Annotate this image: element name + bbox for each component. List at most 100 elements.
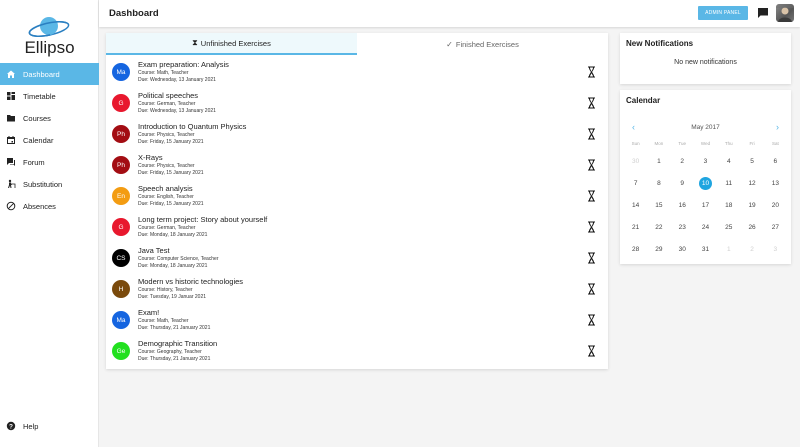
calendar-day[interactable]: 16: [671, 195, 694, 217]
calendar-day[interactable]: 17: [694, 195, 717, 217]
hourglass-icon: [588, 345, 595, 357]
calendar-day[interactable]: 27: [764, 217, 787, 239]
admin-panel-button[interactable]: ADMIN PANEL: [698, 6, 748, 20]
svg-text:?: ?: [9, 423, 13, 430]
exercise-row[interactable]: Ph X-Rays Course: Physics, Teacher Due: Fri…: [106, 149, 608, 180]
ellipso-logo-icon: [28, 17, 70, 37]
sidebar-item-label: Calendar: [23, 135, 54, 145]
hourglass-icon: [588, 283, 595, 295]
exercise-title: Speech analysis: [138, 184, 193, 193]
sidebar-item-absences[interactable]: Absences: [0, 195, 99, 217]
calendar-day[interactable]: 30: [671, 239, 694, 261]
course-avatar: CS: [112, 249, 130, 267]
absence-icon: [6, 201, 16, 211]
calendar-week-row: 14 15 16 17 18 19 20: [624, 195, 787, 217]
calendar-day[interactable]: 2: [671, 151, 694, 173]
next-month-icon[interactable]: ›: [776, 122, 779, 132]
calendar-day[interactable]: 10: [694, 173, 717, 195]
hourglass-icon: [588, 252, 595, 264]
calendar-day[interactable]: 5: [740, 151, 763, 173]
tab-finished-exercises[interactable]: ✓ Finished Exercises: [357, 33, 608, 55]
calendar-day[interactable]: 6: [764, 151, 787, 173]
calendar-day[interactable]: 19: [740, 195, 763, 217]
weekday-label: Mon: [654, 141, 664, 146]
exercise-due-date: Due: Monday, 18 January 2021: [138, 263, 208, 269]
chat-icon[interactable]: [757, 7, 769, 19]
forum-icon: [6, 157, 16, 167]
calendar-day[interactable]: 21: [624, 217, 647, 239]
calendar-day[interactable]: 29: [647, 239, 670, 261]
sidebar-item-forum[interactable]: Forum: [0, 151, 99, 173]
calendar-day[interactable]: 2: [740, 239, 763, 261]
calendar-day[interactable]: 20: [764, 195, 787, 217]
calendar-day[interactable]: 25: [717, 217, 740, 239]
calendar-day[interactable]: 3: [764, 239, 787, 261]
exercise-title: Exam preparation: Analysis: [138, 60, 229, 69]
calendar-day[interactable]: 12: [740, 173, 763, 195]
calendar-day[interactable]: 28: [624, 239, 647, 261]
sidebar-item-timetable[interactable]: Timetable: [0, 85, 99, 107]
calendar-day[interactable]: 18: [717, 195, 740, 217]
sidebar-item-help[interactable]: ? Help: [0, 415, 99, 437]
tab-unfinished-exercises[interactable]: ⧗ Unfinished Exercises: [106, 33, 357, 55]
calendar-day[interactable]: 15: [647, 195, 670, 217]
calendar-day[interactable]: 22: [647, 217, 670, 239]
exercise-row[interactable]: G Political speeches Course: German, Teach…: [106, 87, 608, 118]
calendar-day[interactable]: 8: [647, 173, 670, 195]
calendar-week-row: 28 29 30 31 1 2 3: [624, 239, 787, 261]
calendar-day[interactable]: 3: [694, 151, 717, 173]
sidebar-item-calendar[interactable]: Calendar: [0, 129, 99, 151]
calendar-day[interactable]: 14: [624, 195, 647, 217]
calendar-day[interactable]: 1: [647, 151, 670, 173]
calendar-day[interactable]: 4: [717, 151, 740, 173]
exercise-title: Exam!: [138, 308, 160, 317]
hourglass-icon: [588, 128, 595, 140]
help-icon: ?: [6, 421, 16, 431]
sidebar-item-courses[interactable]: Courses: [0, 107, 99, 129]
calendar-day[interactable]: 24: [694, 217, 717, 239]
course-avatar: G: [112, 218, 130, 236]
weekday-label: Sun: [631, 141, 640, 146]
exercise-row[interactable]: Ma Exam! Course: Math, Teacher Due: Thursda…: [106, 304, 608, 335]
sidebar-item-dashboard[interactable]: Dashboard: [0, 63, 99, 85]
exercise-row[interactable]: En Speech analysis Course: English, Teache…: [106, 180, 608, 211]
exercise-course: Course: Physics, Teacher: [138, 163, 195, 169]
exercise-row[interactable]: CS Java Test Course: Computer Science, Tea…: [106, 242, 608, 273]
calendar-day[interactable]: 31: [694, 239, 717, 261]
hourglass-icon: [588, 66, 595, 78]
hourglass-icon: [588, 159, 595, 171]
calendar-day[interactable]: 7: [624, 173, 647, 195]
notifications-title: New Notifications: [626, 39, 694, 48]
calendar-day[interactable]: 13: [764, 173, 787, 195]
tab-label: Finished Exercises: [455, 39, 519, 49]
calendar-day[interactable]: 26: [740, 217, 763, 239]
home-icon: [6, 69, 16, 79]
exercise-course: Course: German, Teacher: [138, 225, 196, 231]
exercise-course: Course: Computer Science, Teacher: [138, 256, 219, 262]
course-avatar: Ma: [112, 63, 130, 81]
sidebar-nav: Dashboard Timetable Courses Calendar For…: [0, 63, 99, 217]
exercise-row[interactable]: Ph Introduction to Quantum Physics Course:…: [106, 118, 608, 149]
exercise-row[interactable]: Ge Demographic Transition Course: Geograph…: [106, 335, 608, 366]
sidebar: Ellipso Dashboard Timetable Courses Cale…: [0, 0, 99, 447]
weekday-label: Fri: [749, 141, 755, 146]
exercises-card: ⧗ Unfinished Exercises ✓ Finished Exerci…: [106, 33, 608, 369]
exercise-row[interactable]: H Modern vs historic technologies Course: …: [106, 273, 608, 304]
course-avatar: Ph: [112, 125, 130, 143]
exercise-title: Modern vs historic technologies: [138, 277, 244, 286]
user-avatar[interactable]: [776, 4, 794, 22]
sidebar-item-substitution[interactable]: Substitution: [0, 173, 99, 195]
calendar-day[interactable]: 9: [671, 173, 694, 195]
calendar-day[interactable]: 30: [624, 151, 647, 173]
exercise-due-date: Due: Tuesday, 19 Januar 2021: [138, 294, 207, 300]
exercise-row[interactable]: G Long term project: Story about yourself…: [106, 211, 608, 242]
calendar-day[interactable]: 23: [671, 217, 694, 239]
calendar-day[interactable]: 11: [717, 173, 740, 195]
exercise-list: Ma Exam preparation: Analysis Course: Math…: [106, 56, 608, 366]
exercise-row[interactable]: Ma Exam preparation: Analysis Course: Math…: [106, 56, 608, 87]
hourglass-icon: [588, 221, 595, 233]
calendar-day[interactable]: 1: [717, 239, 740, 261]
hourglass-icon: [588, 97, 595, 109]
weekday-label: Wed: [700, 141, 711, 146]
exercise-course: Course: Physics, Teacher: [138, 132, 195, 138]
